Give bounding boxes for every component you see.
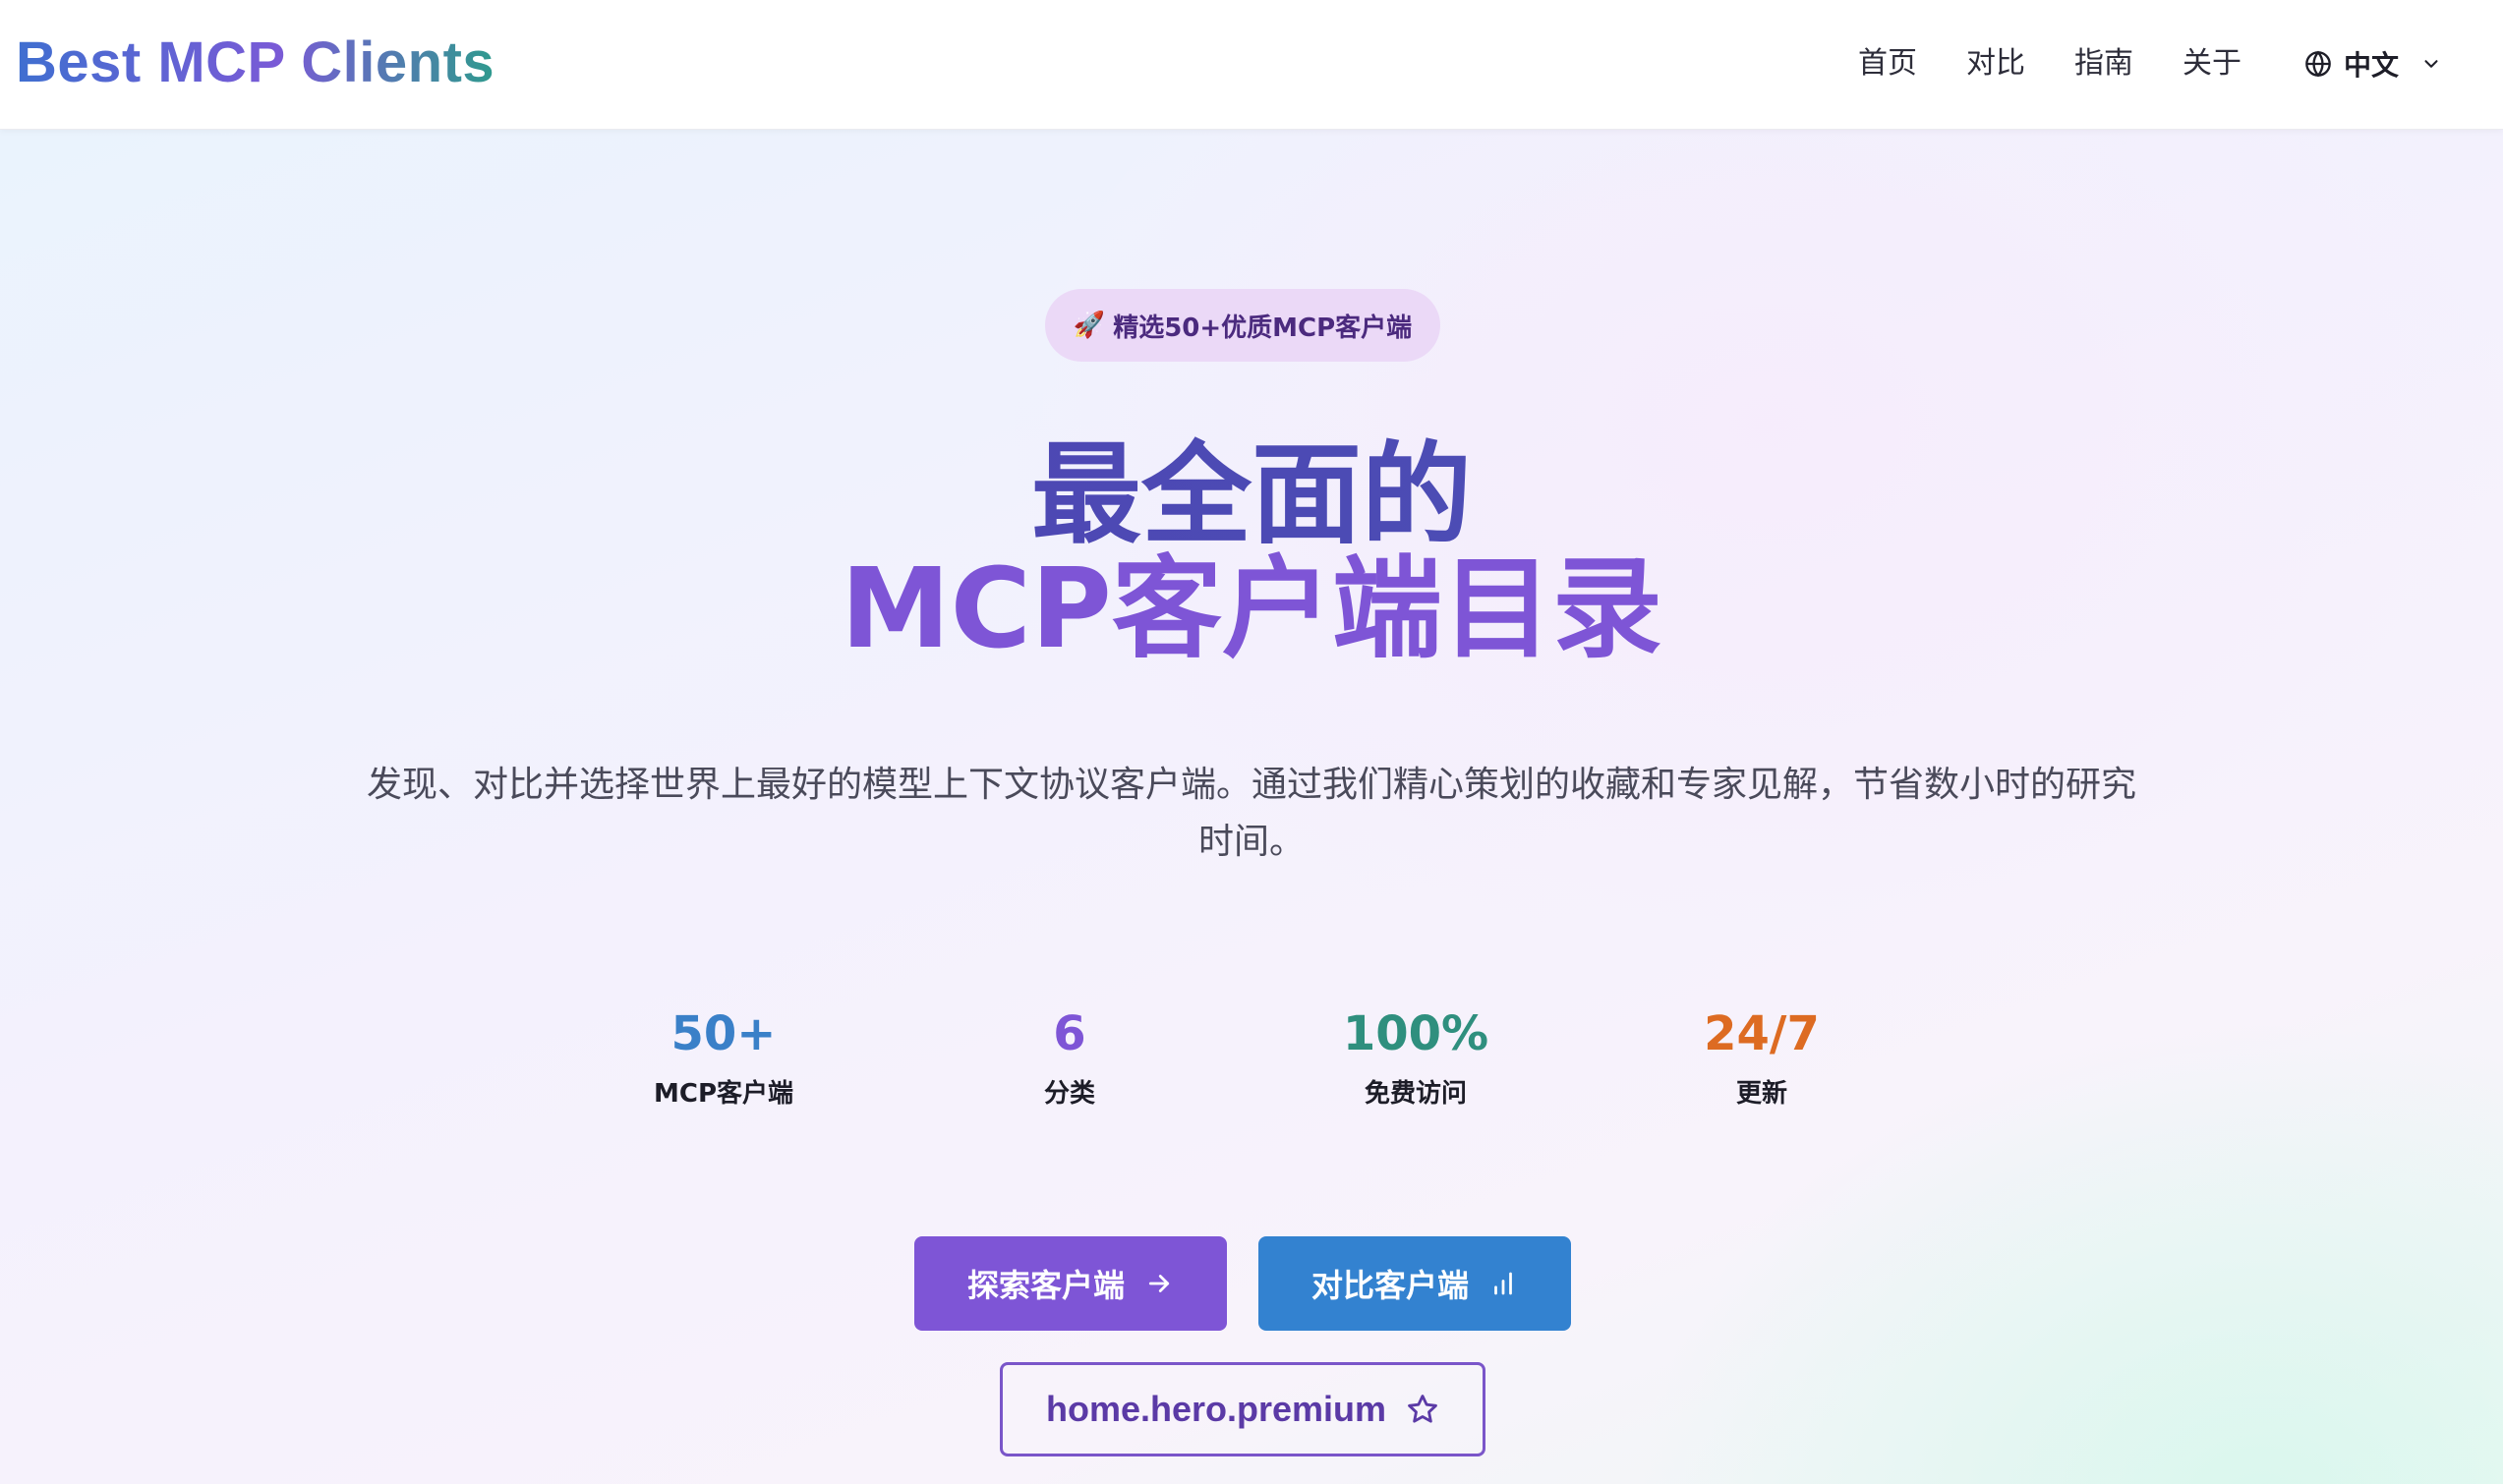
language-label: 中文 bbox=[2344, 49, 2400, 82]
rocket-icon: 🚀 bbox=[1073, 311, 1106, 340]
stat-free-access: 100% 免费访问 bbox=[1258, 1002, 1573, 1110]
bar-chart-icon bbox=[1488, 1269, 1518, 1298]
featured-badge: 🚀 精选50+优质MCP客户端 bbox=[1045, 289, 1440, 362]
explore-clients-button[interactable]: 探索客户端 bbox=[914, 1236, 1227, 1331]
stat-label: MCP客户端 bbox=[653, 1079, 793, 1109]
brand-logo[interactable]: Best MCP Clients bbox=[16, 26, 495, 100]
chevron-down-icon bbox=[2420, 53, 2442, 75]
premium-button-label: home.hero.premium bbox=[1045, 1389, 1387, 1429]
stat-label: 分类 bbox=[1043, 1079, 1095, 1109]
main-nav: 首页 对比 指南 关于 bbox=[1858, 39, 2291, 88]
hero-title-line1: 最全面的 bbox=[0, 432, 2503, 558]
nav-item-guide[interactable]: 指南 bbox=[2074, 39, 2133, 88]
hero-title-line2: MCP客户端目录 bbox=[841, 545, 1662, 673]
compare-clients-button[interactable]: 对比客户端 bbox=[1258, 1236, 1571, 1331]
hero-subtitle: 发现、对比并选择世界上最好的模型上下文协议客户端。通过我们精心策划的收藏和专家见… bbox=[366, 765, 2136, 862]
stat-categories: 6 分类 bbox=[912, 1002, 1227, 1110]
nav-item-compare[interactable]: 对比 bbox=[1966, 39, 2025, 88]
nav-item-about[interactable]: 关于 bbox=[2183, 39, 2241, 88]
stat-updates: 24/7 更新 bbox=[1604, 1002, 1919, 1110]
badge-text: 精选50+优质MCP客户端 bbox=[1113, 313, 1413, 343]
stat-value: 100% bbox=[1342, 1006, 1489, 1061]
stats-row: 50+ MCP客户端 6 分类 100% 免费访问 24/7 更新 bbox=[0, 1002, 2503, 1120]
language-selector[interactable]: 中文 bbox=[2304, 39, 2442, 88]
stat-label: 免费访问 bbox=[1364, 1079, 1467, 1109]
arrow-right-icon bbox=[1144, 1269, 1174, 1298]
stat-value: 6 bbox=[1053, 1006, 1086, 1061]
globe-icon bbox=[2304, 50, 2332, 78]
explore-button-label: 探索客户端 bbox=[966, 1267, 1125, 1304]
nav-item-home[interactable]: 首页 bbox=[1858, 39, 1917, 88]
star-icon bbox=[1406, 1393, 1439, 1426]
site-header: Best MCP Clients 首页 对比 指南 关于 中文 bbox=[0, 0, 2503, 130]
stat-label: 更新 bbox=[1735, 1079, 1787, 1109]
premium-button[interactable]: home.hero.premium bbox=[1000, 1362, 1485, 1456]
stat-value: 24/7 bbox=[1704, 1006, 1820, 1061]
stat-clients: 50+ MCP客户端 bbox=[566, 1002, 881, 1110]
compare-button-label: 对比客户端 bbox=[1310, 1267, 1469, 1304]
stat-value: 50+ bbox=[670, 1006, 777, 1061]
